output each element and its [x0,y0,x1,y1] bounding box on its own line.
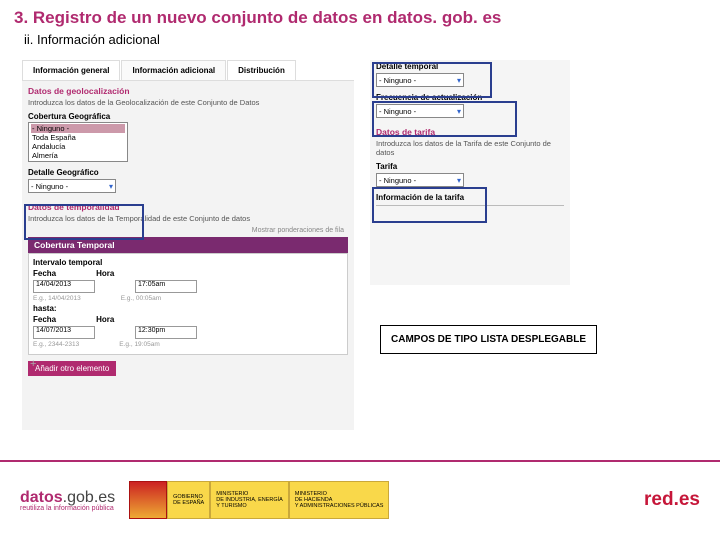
tab-adicional[interactable]: Información adicional [121,60,226,80]
fecha-label: Fecha [33,269,56,278]
datos-logo: datos.gob.es reutiliza la información pú… [20,489,115,512]
example-text: E.g., 2344-2313 [33,341,79,348]
gov-text: MINISTERIO DE HACIENDA Y ADMINISTRACIONE… [289,481,390,519]
detail-geo-label: Detalle Geográfico [22,166,354,178]
logo-text: red. [644,489,679,510]
form-panel-right: Detalle temporal - Ninguno - ▾ Frecuenci… [370,60,570,285]
gov-text: MINISTERIO DE INDUSTRIA, ENERGÍA Y TURIS… [210,481,289,519]
tarifa-header: Datos de tarifa [370,122,570,139]
hora-label-2: Hora [96,315,114,324]
time-input-end[interactable]: 12:30pm [135,326,197,339]
coverage-label: Cobertura Geográfica [22,110,354,122]
geo-header: Datos de geolocalización [22,81,354,98]
logo-tagline: reutiliza la información pública [20,505,115,512]
coverage-temporal-sub: Intervalo temporal [33,258,343,267]
temp-text: Introduzca los datos de la Temporalidad … [22,214,354,226]
select-value: - Ninguno - [31,182,68,191]
list-item[interactable]: Andalucía [31,142,125,151]
detail-temporal-label: Detalle temporal [370,60,570,72]
frequency-label: Frecuencia de actualización [370,91,570,103]
hasta-label: hasta: [33,304,343,313]
date-input-start[interactable]: 14/04/2013 [33,280,95,293]
select-value: - Ninguno - [379,76,416,85]
detail-geo-select[interactable]: - Ninguno - ▾ [28,179,116,193]
example-text: E.g., 14/04/2013 [33,295,81,302]
spain-coat-icon [129,481,167,519]
tarifa-info-label: Información de la tarifa [370,191,570,203]
hora-label: Hora [96,269,114,278]
frequency-select[interactable]: - Ninguno - ▾ [376,104,464,118]
tarifa-label: Tarifa [370,160,570,172]
coverage-temporal-header: Cobertura Temporal [28,237,348,253]
row-weights-link[interactable]: Mostrar ponderaciones de fila [22,226,354,235]
detail-temporal-select[interactable]: - Ninguno - ▾ [376,73,464,87]
chevron-down-icon: ▾ [109,182,113,191]
example-text: E.g., 19:05am [119,341,159,348]
chevron-down-icon: ▾ [457,76,461,85]
list-item[interactable]: Toda España [31,133,125,142]
red-es-logo: red.es [644,489,700,511]
coverage-temporal-body: Intervalo temporal Intervalo temporal Fe… [28,253,348,355]
content-area: Información general Información adiciona… [0,55,720,435]
tab-distribucion[interactable]: Distribución [227,60,296,80]
fecha-label-2: Fecha [33,315,56,324]
gov-text: GOBIERNO DE ESPAÑA [167,481,210,519]
chevron-down-icon: ▾ [457,176,461,185]
geo-text: Introduzca los datos de la Geolocalizaci… [22,98,354,110]
callout-box: CAMPOS DE TIPO LISTA DESPLEGABLE [380,325,597,354]
drag-handle-icon[interactable]: + [30,358,36,370]
divider [376,205,564,206]
tab-general[interactable]: Información general [22,60,120,80]
logo-text: .gob.es [63,489,115,506]
example-text: E.g., 00:05am [121,295,161,302]
add-element-button[interactable]: Añadir otro elemento [28,361,116,376]
slide-subtitle: ii. Información adicional [0,30,720,55]
form-panel-left: Información general Información adiciona… [22,60,354,430]
chevron-down-icon: ▾ [457,107,461,116]
gov-logo-block: GOBIERNO DE ESPAÑA MINISTERIO DE INDUSTR… [129,481,389,519]
footer-rule [0,460,720,462]
temp-header: Datos de temporalidad [22,197,354,214]
slide-footer: datos.gob.es reutiliza la información pú… [0,470,720,530]
form-tabs: Información general Información adiciona… [22,60,354,81]
coverage-listbox[interactable]: - Ninguno - Toda España Andalucía Almerí… [28,122,128,162]
tarifa-text: Introduzca los datos de la Tarifa de est… [370,139,570,160]
logo-text: datos [20,489,63,506]
logo-text: es [679,489,700,510]
time-input-start[interactable]: 17:05am [135,280,197,293]
tarifa-select[interactable]: - Ninguno - ▾ [376,173,464,187]
select-value: - Ninguno - [379,107,416,116]
select-value: - Ninguno - [379,176,416,185]
date-input-end[interactable]: 14/07/2013 [33,326,95,339]
list-item[interactable]: - Ninguno - [31,124,125,133]
slide-title: 3. Registro de un nuevo conjunto de dato… [0,0,720,30]
list-item[interactable]: Almería [31,151,125,160]
